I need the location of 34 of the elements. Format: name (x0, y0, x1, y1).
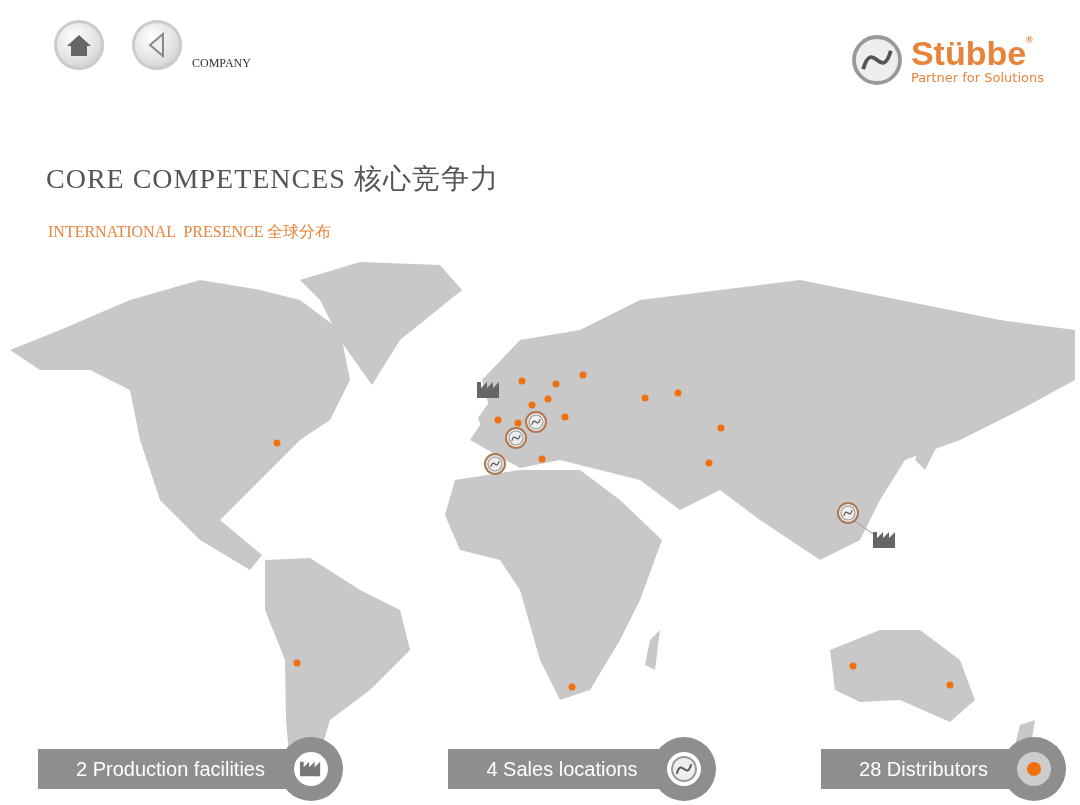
distributor-dot (552, 380, 560, 388)
dot-icon (1027, 762, 1041, 776)
distributor-dot (273, 439, 281, 447)
distributor-dot (544, 395, 552, 403)
back-icon (147, 32, 167, 58)
breadcrumb: COMPANY (192, 56, 251, 71)
logo-icon (668, 754, 699, 784)
distributor-dot (849, 662, 857, 670)
distributor-dot (717, 424, 725, 432)
distributor-dot (579, 371, 587, 379)
brand-tagline: Partner for Solutions (910, 69, 1044, 85)
distributor-dot (946, 681, 954, 689)
page-title: CORE COMPETENCES 核心竞争力 (46, 162, 500, 196)
home-icon (66, 33, 92, 57)
sales-location-marker (484, 453, 506, 475)
distributor-dot (561, 413, 569, 421)
distributor-dot (518, 377, 526, 385)
distributor-dot (528, 401, 536, 409)
brand-name: Stübbe® (910, 35, 1034, 70)
distributor-dot (705, 459, 713, 467)
distributor-dot (494, 416, 502, 424)
distributor-dot (674, 389, 682, 397)
distributor-dot (538, 455, 546, 463)
back-button[interactable] (132, 20, 182, 70)
distributor-dot (293, 659, 301, 667)
section-subtitle: INTERNATIONAL PRESENCE 全球分布 (48, 222, 332, 242)
factory-icon (477, 382, 499, 398)
distributor-dot (641, 394, 649, 402)
factory-icon (873, 532, 895, 548)
distributor-dot (514, 419, 522, 427)
factory-icon (300, 760, 322, 778)
logo-icon (850, 34, 903, 86)
home-button[interactable] (54, 20, 104, 70)
distributor-dot (568, 683, 576, 691)
